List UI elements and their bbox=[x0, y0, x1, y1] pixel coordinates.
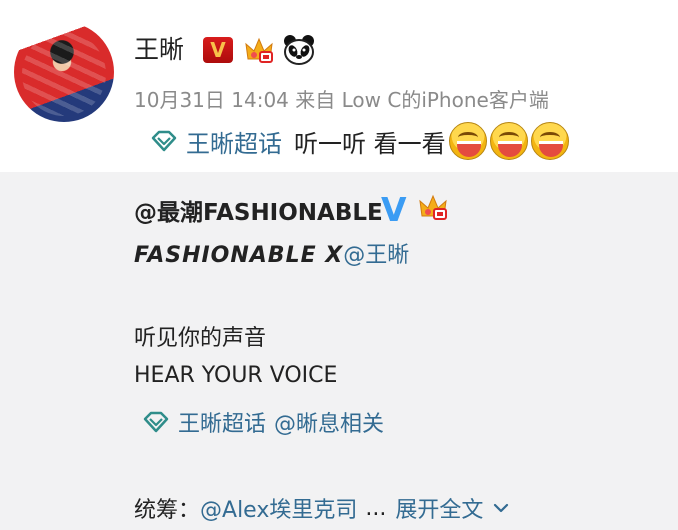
credits-row: 统筹： @Alex埃里克司 ... 展开全文 bbox=[134, 492, 509, 524]
laughing-emoji-icon bbox=[489, 122, 528, 160]
repost-title: FASHIONABLE X@王晰 bbox=[134, 237, 409, 269]
repost-topic-row: 王晰超话 @晰息相关 bbox=[142, 406, 384, 438]
ellipsis: ... bbox=[365, 495, 387, 521]
topic-diamond-icon bbox=[151, 130, 177, 152]
verified-badge-icon: V bbox=[381, 190, 407, 229]
vip-badge-icon: V bbox=[203, 37, 233, 63]
title-text: FASHIONABLE X bbox=[134, 243, 344, 268]
post-topic-row: 王晰超话 听一听 看一看 bbox=[150, 122, 569, 160]
credits-mention[interactable]: @Alex埃里克司 bbox=[200, 492, 357, 524]
author-name[interactable]: 王晰 bbox=[134, 30, 184, 66]
credits-label: 统筹： bbox=[134, 498, 201, 523]
title-mention[interactable]: @王晰 bbox=[343, 243, 409, 268]
panda-badge-icon bbox=[284, 35, 314, 65]
topic-diamond-icon bbox=[143, 411, 169, 433]
post-meta: 10月31日 14:04 来自 Low C的iPhone客户端 bbox=[134, 88, 549, 112]
repost-body-line: 听见你的声音 bbox=[134, 326, 267, 351]
chevron-down-icon[interactable] bbox=[493, 503, 509, 513]
expand-full-text-link[interactable]: 展开全文 bbox=[395, 492, 483, 524]
crown-badge-icon bbox=[245, 37, 273, 63]
laughing-emoji-icon bbox=[448, 122, 487, 160]
user-avatar[interactable] bbox=[14, 22, 114, 122]
repost-body-line: HEAR YOUR VOICE bbox=[134, 363, 338, 388]
related-mention-link[interactable]: @晰息相关 bbox=[274, 406, 384, 438]
topic-link[interactable]: 王晰超话 bbox=[186, 124, 282, 159]
post-text: 听一听 看一看 bbox=[294, 129, 446, 158]
repost-author[interactable]: @最潮FASHIONABLE bbox=[134, 193, 383, 227]
repost-topic-link[interactable]: 王晰超话 bbox=[178, 406, 266, 438]
crown-badge-icon bbox=[419, 194, 447, 220]
laughing-emoji-icon bbox=[530, 122, 569, 160]
